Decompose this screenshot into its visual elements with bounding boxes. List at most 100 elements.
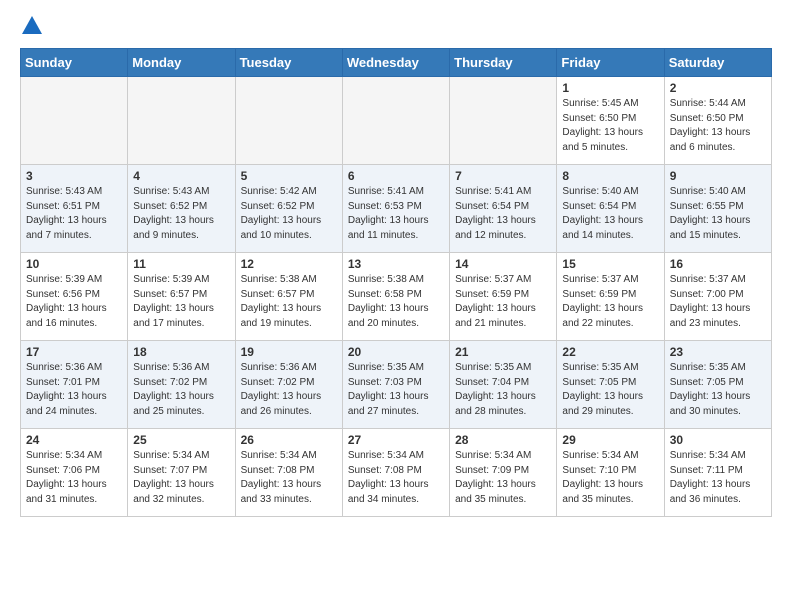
logo [20,16,42,36]
day-info: Sunrise: 5:34 AMSunset: 7:06 PMDaylight:… [26,449,122,507]
weekday-header: Monday [128,49,235,77]
day-info: Sunrise: 5:34 AMSunset: 7:09 PMDaylight:… [455,449,551,507]
calendar-cell: 15Sunrise: 5:37 AMSunset: 6:59 PMDayligh… [557,253,664,341]
day-number: 1 [562,81,658,95]
day-number: 17 [26,345,122,359]
calendar-header-row: SundayMondayTuesdayWednesdayThursdayFrid… [21,49,772,77]
day-info: Sunrise: 5:34 AMSunset: 7:11 PMDaylight:… [670,449,766,507]
calendar-week-row: 17 Sunrise: 5:36 AMSunset: 7:01 PMDayligh… [21,341,772,429]
day-info: Sunrise: 5:36 AMSunset: 7:01 PMDaylight:… [26,361,122,419]
calendar-cell: 8 Sunrise: 5:40 AMSunset: 6:54 PMDaylight… [557,165,664,253]
day-number: 13 [348,257,444,271]
day-info: Sunrise: 5:38 AMSunset: 6:58 PMDaylight:… [348,273,444,331]
day-number: 24 [26,433,122,447]
day-number: 11 [133,257,229,271]
weekday-header: Thursday [450,49,557,77]
calendar-week-row: 24 Sunrise: 5:34 AMSunset: 7:06 PMDayligh… [21,429,772,517]
day-number: 4 [133,169,229,183]
calendar-cell [21,77,128,165]
day-number: 19 [241,345,337,359]
calendar-cell: 11 Sunrise: 5:39 AMSunset: 6:57 PMDayligh… [128,253,235,341]
day-info: Sunrise: 5:36 AMSunset: 7:02 PMDaylight:… [241,361,337,419]
day-info: Sunrise: 5:43 AMSunset: 6:51 PMDaylight:… [26,185,122,243]
day-info: Sunrise: 5:44 AMSunset: 6:50 PMDaylight:… [670,97,766,155]
day-number: 30 [670,433,766,447]
day-info: Sunrise: 5:45 AMSunset: 6:50 PMDaylight:… [562,97,658,155]
day-info: Sunrise: 5:34 AMSunset: 7:08 PMDaylight:… [348,449,444,507]
weekday-header: Sunday [21,49,128,77]
calendar-cell: 6 Sunrise: 5:41 AMSunset: 6:53 PMDaylight… [342,165,449,253]
weekday-header: Tuesday [235,49,342,77]
day-info: Sunrise: 5:39 AMSunset: 6:56 PMDaylight:… [26,273,122,331]
calendar-cell: 27Sunrise: 5:34 AMSunset: 7:08 PMDayligh… [342,429,449,517]
day-info: Sunrise: 5:36 AMSunset: 7:02 PMDaylight:… [133,361,229,419]
day-number: 7 [455,169,551,183]
day-info: Sunrise: 5:34 AMSunset: 7:10 PMDaylight:… [562,449,658,507]
day-number: 9 [670,169,766,183]
calendar-week-row: 1 Sunrise: 5:45 AMSunset: 6:50 PMDaylight… [21,77,772,165]
calendar-cell [128,77,235,165]
day-info: Sunrise: 5:34 AMSunset: 7:08 PMDaylight:… [241,449,337,507]
day-number: 26 [241,433,337,447]
calendar-cell: 26 Sunrise: 5:34 AMSunset: 7:08 PMDayligh… [235,429,342,517]
day-number: 5 [241,169,337,183]
calendar-cell [342,77,449,165]
calendar-cell: 25 Sunrise: 5:34 AMSunset: 7:07 PMDayligh… [128,429,235,517]
day-info: Sunrise: 5:40 AMSunset: 6:55 PMDaylight:… [670,185,766,243]
day-number: 18 [133,345,229,359]
day-number: 23 [670,345,766,359]
weekday-header: Wednesday [342,49,449,77]
day-number: 20 [348,345,444,359]
day-number: 14 [455,257,551,271]
calendar-cell: 14 Sunrise: 5:37 AMSunset: 6:59 PMDayligh… [450,253,557,341]
header [20,16,772,36]
day-number: 6 [348,169,444,183]
calendar-week-row: 10 Sunrise: 5:39 AMSunset: 6:56 PMDayligh… [21,253,772,341]
day-number: 28 [455,433,551,447]
calendar-cell: 2 Sunrise: 5:44 AMSunset: 6:50 PMDaylight… [664,77,771,165]
day-info: Sunrise: 5:37 AMSunset: 7:00 PMDaylight:… [670,273,766,331]
day-number: 12 [241,257,337,271]
day-info: Sunrise: 5:43 AMSunset: 6:52 PMDaylight:… [133,185,229,243]
calendar-cell: 10 Sunrise: 5:39 AMSunset: 6:56 PMDayligh… [21,253,128,341]
day-info: Sunrise: 5:37 AMSunset: 6:59 PMDaylight:… [455,273,551,331]
day-info: Sunrise: 5:41 AMSunset: 6:53 PMDaylight:… [348,185,444,243]
day-number: 25 [133,433,229,447]
calendar-cell: 28 Sunrise: 5:34 AMSunset: 7:09 PMDayligh… [450,429,557,517]
day-info: Sunrise: 5:39 AMSunset: 6:57 PMDaylight:… [133,273,229,331]
calendar-cell: 19 Sunrise: 5:36 AMSunset: 7:02 PMDayligh… [235,341,342,429]
day-info: Sunrise: 5:35 AMSunset: 7:04 PMDaylight:… [455,361,551,419]
calendar-cell: 9 Sunrise: 5:40 AMSunset: 6:55 PMDaylight… [664,165,771,253]
day-info: Sunrise: 5:35 AMSunset: 7:03 PMDaylight:… [348,361,444,419]
calendar-cell: 24 Sunrise: 5:34 AMSunset: 7:06 PMDayligh… [21,429,128,517]
day-info: Sunrise: 5:41 AMSunset: 6:54 PMDaylight:… [455,185,551,243]
calendar-cell: 30 Sunrise: 5:34 AMSunset: 7:11 PMDayligh… [664,429,771,517]
calendar-cell [235,77,342,165]
day-info: Sunrise: 5:37 AMSunset: 6:59 PMDaylight:… [562,273,658,331]
day-number: 21 [455,345,551,359]
calendar-cell: 12 Sunrise: 5:38 AMSunset: 6:57 PMDayligh… [235,253,342,341]
weekday-header: Friday [557,49,664,77]
day-info: Sunrise: 5:38 AMSunset: 6:57 PMDaylight:… [241,273,337,331]
calendar-cell: 3 Sunrise: 5:43 AMSunset: 6:51 PMDaylight… [21,165,128,253]
day-info: Sunrise: 5:40 AMSunset: 6:54 PMDaylight:… [562,185,658,243]
weekday-header: Saturday [664,49,771,77]
calendar-cell: 18 Sunrise: 5:36 AMSunset: 7:02 PMDayligh… [128,341,235,429]
day-number: 8 [562,169,658,183]
calendar-cell: 5 Sunrise: 5:42 AMSunset: 6:52 PMDaylight… [235,165,342,253]
day-info: Sunrise: 5:42 AMSunset: 6:52 PMDaylight:… [241,185,337,243]
day-number: 16 [670,257,766,271]
calendar-cell: 16 Sunrise: 5:37 AMSunset: 7:00 PMDayligh… [664,253,771,341]
calendar-cell: 17 Sunrise: 5:36 AMSunset: 7:01 PMDayligh… [21,341,128,429]
day-number: 2 [670,81,766,95]
day-number: 22 [562,345,658,359]
day-info: Sunrise: 5:34 AMSunset: 7:07 PMDaylight:… [133,449,229,507]
calendar-cell: 4 Sunrise: 5:43 AMSunset: 6:52 PMDaylight… [128,165,235,253]
calendar: SundayMondayTuesdayWednesdayThursdayFrid… [20,48,772,517]
calendar-cell: 23Sunrise: 5:35 AMSunset: 7:05 PMDayligh… [664,341,771,429]
day-number: 10 [26,257,122,271]
day-number: 3 [26,169,122,183]
calendar-cell: 22Sunrise: 5:35 AMSunset: 7:05 PMDayligh… [557,341,664,429]
logo-triangle-icon [22,16,42,34]
calendar-cell: 29Sunrise: 5:34 AMSunset: 7:10 PMDayligh… [557,429,664,517]
